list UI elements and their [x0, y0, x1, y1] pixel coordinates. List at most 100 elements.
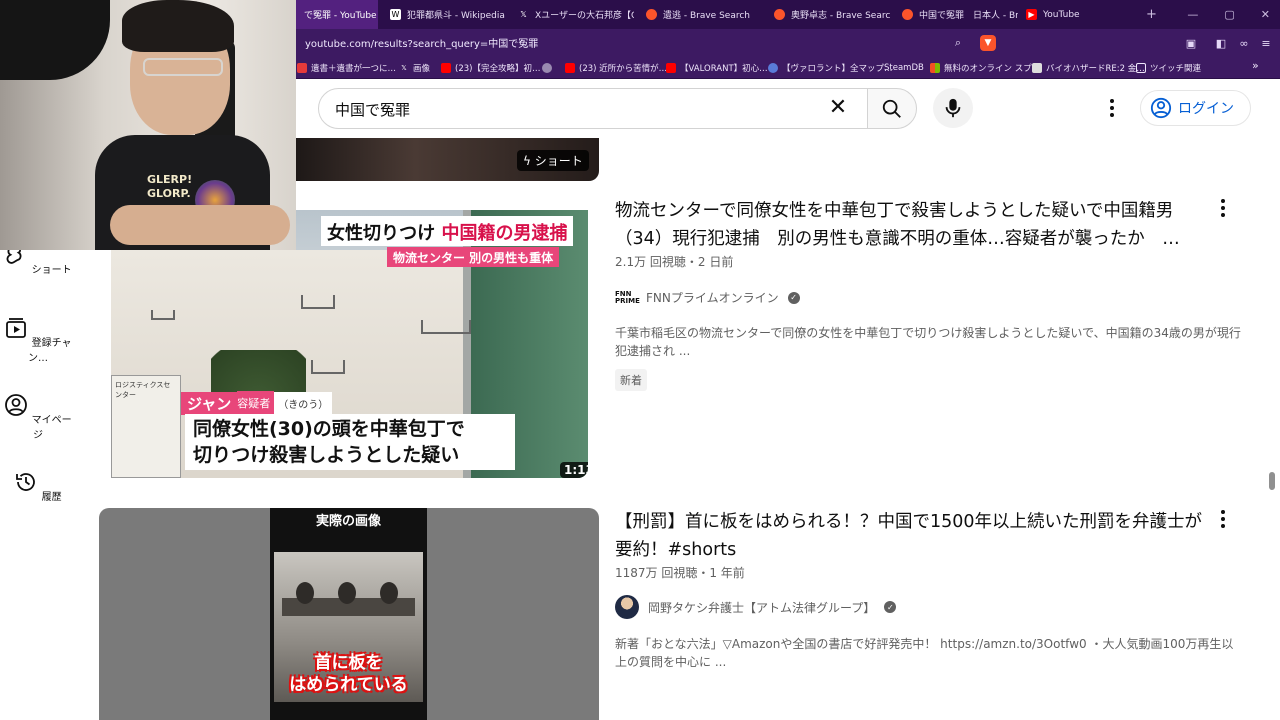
x-icon: 𝕏	[401, 63, 407, 72]
bookmark-item[interactable]: SteamDB	[870, 60, 924, 75]
voice-search-button[interactable]	[933, 88, 973, 128]
close-window-icon[interactable]: ✕	[1261, 8, 1270, 21]
video-description: 新著「おとな六法」▽Amazonや全国の書店で好評発売中！ https://am…	[615, 637, 1234, 669]
tab-x-user[interactable]: 𝕏 Xユーザーの大石邦彦【CBC】	[510, 0, 634, 29]
channel-info[interactable]: 岡野タケシ弁護士【アトム法律グループ】 ✓	[615, 595, 897, 619]
person	[338, 582, 356, 604]
tab-label: 犯罪都県斗 - Wikipedia	[407, 11, 505, 21]
thumbnail-caption-sub: 物流センター 別の男性も重体	[387, 247, 560, 267]
person	[380, 582, 398, 604]
bookmark-item[interactable]: 遺書＋遺書が一つに…	[297, 60, 396, 75]
brave-icon	[902, 9, 913, 20]
thumbnail-caption: 首に板を はめられている	[289, 653, 408, 695]
bookmark-item[interactable]: 無料のオンライン スプ…	[930, 60, 1040, 75]
person	[296, 582, 314, 604]
microsoft-icon	[930, 62, 940, 73]
incognito-icon[interactable]: ∞	[1236, 35, 1252, 51]
tab-youtube-search[interactable]: で冤罪 - YouTube ×	[296, 0, 378, 29]
steam-icon	[870, 63, 880, 73]
history-icon	[16, 473, 36, 491]
maximize-icon[interactable]: ▢	[1224, 8, 1234, 21]
tab-label: で冤罪 - YouTube	[304, 11, 377, 21]
sidebar-item-label: ショート	[31, 265, 72, 276]
login-button[interactable]: ログイン	[1140, 90, 1251, 126]
building-sign: ロジスティクスセンター	[111, 375, 181, 478]
bookmark-item[interactable]: バイオハザードRE:2 金…	[1032, 60, 1145, 75]
url-field[interactable]: youtube.com/results?search_query=中国で冤罪	[305, 35, 538, 50]
zoom-icon[interactable]: ⌕	[950, 35, 966, 51]
thumbnail-caption-top: 女性切りつけ 中国籍の男逮捕	[321, 216, 574, 246]
video-title[interactable]: 物流センターで同僚女性を中華包丁で殺害しようとした疑いで中国籍男（34）現行犯逮…	[615, 197, 1205, 253]
crossed-arms	[110, 205, 290, 245]
tab-brave-search-1[interactable]: 遺逃 - Brave Search	[638, 0, 762, 29]
brave-shields-icon[interactable]: ▼	[980, 35, 996, 51]
previous-result-thumbnail[interactable]: ϟ ショート	[292, 138, 599, 181]
menu-icon[interactable]: ≡	[1258, 35, 1274, 51]
microphone-icon	[945, 98, 961, 118]
bookmark-folder[interactable]: ツイッチ関連	[1136, 60, 1201, 75]
youtube-icon	[441, 62, 451, 73]
account-icon	[1150, 97, 1172, 119]
login-label: ログイン	[1178, 101, 1234, 117]
sidebar-item-label: マイページ	[31, 415, 72, 441]
tab-label: Xユーザーの大石邦彦【CBC】	[535, 11, 634, 21]
new-tab-button[interactable]: +	[1146, 7, 1157, 22]
video-duration: 1:13	[560, 462, 588, 478]
channel-name[interactable]: FNNプライムオンライン	[646, 289, 779, 306]
result-menu-button[interactable]	[1213, 196, 1233, 220]
tab-label: 奥野卓志 - Brave Search	[791, 11, 890, 21]
search-button[interactable]	[867, 88, 917, 129]
channel-avatar	[615, 595, 639, 619]
result-thumbnail[interactable]: 実際の画像 首に板を はめられている	[99, 508, 599, 720]
bookmark-icon	[297, 62, 307, 73]
settings-menu-button[interactable]	[1100, 96, 1124, 120]
site-icon	[1032, 62, 1042, 73]
bookmarks-overflow-icon[interactable]: »	[1252, 59, 1259, 72]
search-query[interactable]: 中国で冤罪	[335, 99, 410, 120]
sidebar-toggle-icon[interactable]: ▣	[1183, 35, 1199, 51]
tab-brave-search-2[interactable]: 奥野卓志 - Brave Search	[766, 0, 890, 29]
channel-name[interactable]: 岡野タケシ弁護士【アトム法律グループ】	[648, 599, 875, 616]
bookmark-item[interactable]: (23) 近所から苦情が…	[565, 60, 667, 75]
brave-icon	[646, 9, 657, 20]
bookmark-item[interactable]: 𝕏 画像	[399, 60, 430, 75]
sidebar-item-subscriptions[interactable]: 登録チャン…	[0, 316, 76, 364]
scrollbar-thumb[interactable]	[1269, 472, 1275, 490]
minimize-icon[interactable]: —	[1187, 8, 1198, 21]
tab-wikipedia[interactable]: W 犯罪都県斗 - Wikipedia	[382, 0, 506, 29]
bookmark-item[interactable]: (23)【完全攻略】初…	[441, 60, 540, 75]
brave-icon	[774, 9, 785, 20]
tab-brave-search-3[interactable]: 中国で冤罪 日本人 - Bra	[894, 0, 1018, 29]
balcony	[151, 310, 175, 320]
search-icon	[882, 99, 901, 118]
video-meta: 2.1万 回視聴・2 日前	[615, 255, 734, 269]
tab-label: 中国で冤罪 日本人 - Bra	[919, 11, 1018, 21]
search-input[interactable]: 中国で冤罪 ✕	[318, 88, 868, 129]
video-title[interactable]: 【刑罰】首に板をはめられる！？中国で1500年以上続いた刑罰を弁護士が要約！#s…	[615, 508, 1205, 564]
channel-avatar: FNN PRIME	[615, 289, 640, 305]
result-menu-button[interactable]	[1213, 507, 1233, 531]
shorts-badge: ϟ ショート	[517, 150, 589, 171]
balcony	[301, 295, 335, 309]
shorts-frame: 実際の画像 首に板を はめられている	[270, 508, 427, 720]
tab-label: 遺逃 - Brave Search	[663, 11, 751, 21]
sidebar-item-history[interactable]: 履歴	[0, 470, 76, 503]
user-icon	[5, 394, 28, 416]
thumbnail-header: 実際の画像	[315, 514, 381, 529]
webcam-overlay: GLERP! GLORP.	[0, 0, 296, 250]
new-badge: 新着	[615, 369, 647, 391]
video-meta: 1187万 回視聴・1 年前	[615, 566, 745, 580]
tab-youtube[interactable]: ▶ YouTube	[1018, 0, 1142, 29]
suspect-name-tag: ジャン 容疑者 （きのう）	[181, 391, 333, 415]
clear-search-button[interactable]: ✕	[827, 97, 849, 120]
verified-icon: ✓	[787, 291, 800, 304]
sidebar-item-mypage[interactable]: マイページ	[0, 393, 76, 441]
window-controls: — ▢ ✕	[1187, 0, 1270, 29]
bookmark-item[interactable]: 【VALORANT】初心…	[666, 60, 768, 75]
glasses	[143, 58, 223, 76]
result-thumbnail[interactable]: ロジスティクスセンター 女性切りつけ 中国籍の男逮捕 物流センター 別の男性も重…	[111, 210, 588, 478]
channel-info[interactable]: FNN PRIME FNNプライムオンライン ✓	[615, 289, 800, 306]
shorts-icon: ϟ	[523, 154, 531, 168]
panel-icon[interactable]: ◧	[1213, 35, 1229, 51]
bookmark-item[interactable]	[542, 60, 552, 75]
